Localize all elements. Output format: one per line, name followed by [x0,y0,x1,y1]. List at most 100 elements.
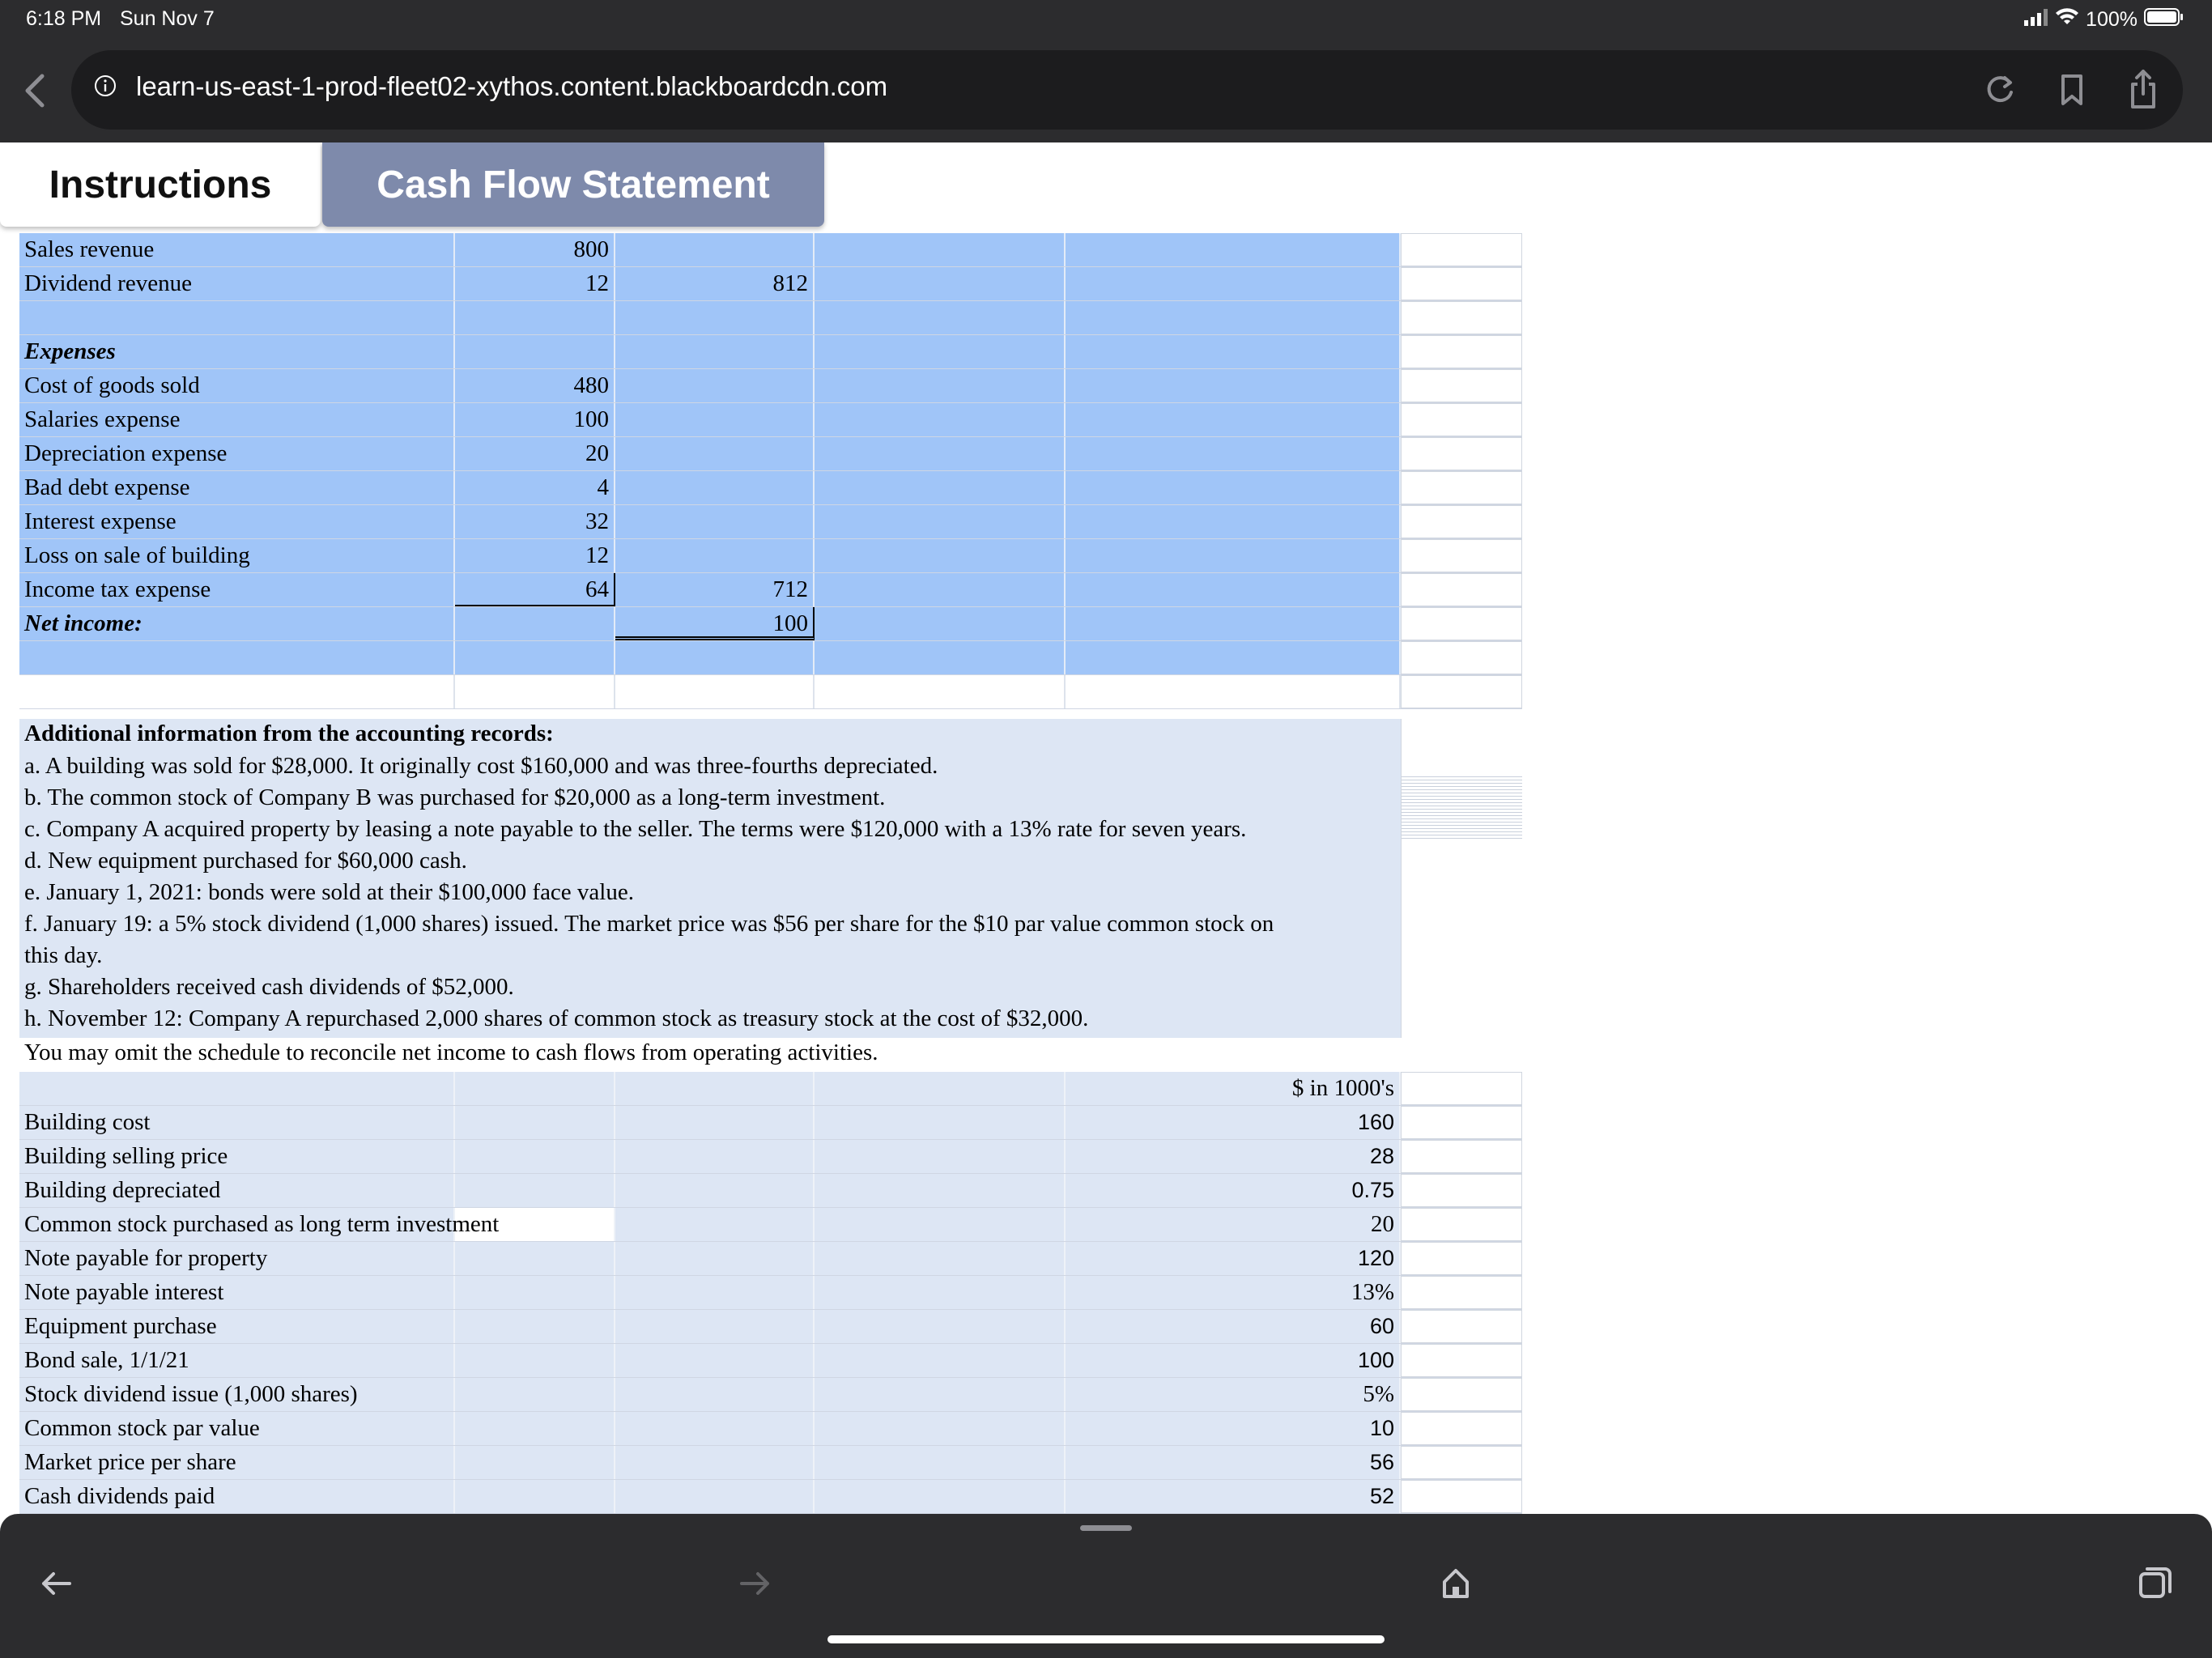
table-row [19,675,1522,709]
info-line: b. The common stock of Company B was pur… [24,784,886,810]
table-row: Building cost 160 [19,1106,1522,1140]
table-row: Building selling price 28 [19,1140,1522,1174]
row-label: Equipment purchase [19,1310,455,1343]
row-label: Building depreciated [19,1174,455,1207]
info-line: f. January 19: a 5% stock dividend (1,00… [24,911,1274,937]
share-icon[interactable] [2123,66,2163,112]
table-row: Salaries expense 100 [19,403,1522,437]
row-label: Cost of goods sold [19,369,455,402]
signal-icon [2024,8,2048,32]
table-row [19,301,1522,335]
table-row: Stock dividend issue (1,000 shares) 5% [19,1378,1522,1412]
status-bar: 6:18 PM Sun Nov 7 100% [0,0,2212,39]
table-row: Cost of goods sold 480 [19,369,1522,403]
info-line: this day. [24,942,103,968]
row-label: Note payable for property [19,1242,455,1275]
row-label: Sales revenue [19,233,455,266]
revenue-total: 812 [615,267,815,300]
row-value: 480 [455,369,615,402]
table-row: Interest expense 32 [19,505,1522,539]
row-value: 12 [455,539,615,572]
tab-instructions[interactable]: Instructions [0,142,321,227]
row-label: Building cost [19,1106,455,1139]
row-label: Stock dividend issue (1,000 shares) [19,1378,455,1411]
table-row: Cash dividends paid 52 [19,1480,1522,1514]
row-label: Common stock purchased as long term inve… [19,1208,499,1241]
row-value: 4 [455,471,615,504]
row-label: Cash dividends paid [19,1480,455,1513]
battery-percent: 100% [2086,8,2138,31]
additional-info-box: Additional information from the accounti… [19,719,1401,1038]
row-label: Depreciation expense [19,437,455,470]
row-value: 64 [455,573,615,606]
table-row: Depreciation expense 20 [19,437,1522,471]
row-label: Market price per share [19,1446,455,1479]
row-value: 20 [455,437,615,470]
row-value: 56 [1066,1446,1401,1479]
row-label: Interest expense [19,505,455,538]
url-text[interactable]: learn-us-east-1-prod-fleet02-xythos.cont… [136,71,887,102]
row-label: Loss on sale of building [19,539,455,572]
status-time: 6:18 PM [26,7,102,30]
table-row: Bad debt expense 4 [19,471,1522,505]
expenses-heading: Expenses [19,335,455,368]
arrow-right-icon[interactable] [729,1558,781,1609]
table-row: Note payable interest 13% [19,1276,1522,1310]
expense-total: 712 [615,573,815,606]
info-line: c. Company A acquired property by leasin… [24,816,1247,842]
arrow-left-icon[interactable] [31,1558,83,1609]
table-row: Building depreciated 0.75 [19,1174,1522,1208]
row-value: 100 [455,403,615,436]
info-line: g. Shareholders received cash dividends … [24,974,514,1000]
row-label: Building selling price [19,1140,455,1173]
info-icon[interactable] [94,74,117,97]
row-value: 13% [1066,1276,1401,1309]
row-value: 160 [1066,1106,1401,1139]
status-date: Sun Nov 7 [120,7,215,30]
reload-icon[interactable] [1980,66,2021,112]
row-value: 10 [1066,1412,1401,1445]
row-value: 12 [455,267,615,300]
row-value: 5% [1066,1378,1401,1411]
info-side-column [1401,719,1522,1038]
info-line: You may omit the schedule to reconcile n… [24,1039,878,1065]
info-line: d. New equipment purchased for $60,000 c… [24,848,467,874]
additional-info-heading: Additional information from the accounti… [24,721,554,746]
table-row: Note payable for property 120 [19,1242,1522,1276]
row-label: Salaries expense [19,403,455,436]
home-icon[interactable] [1430,1558,1482,1609]
battery-icon [2144,7,2184,32]
row-label: Common stock par value [19,1412,455,1445]
row-value: 20 [1066,1208,1401,1241]
row-label: Dividend revenue [19,267,455,300]
table-row: Common stock par value 10 [19,1412,1522,1446]
table-row [19,641,1522,675]
unit-header: $ in 1000's [1066,1072,1401,1105]
table-row: Dividend revenue 12 812 [19,267,1522,301]
tabs-icon[interactable] [2129,1558,2181,1609]
table-row: Common stock purchased as long term inve… [19,1208,1522,1242]
row-value: 100 [1066,1344,1401,1377]
tab-cash-flow-statement[interactable]: Cash Flow Statement [322,142,824,227]
table-row: Loss on sale of building 12 [19,539,1522,573]
table-row: Market price per share 56 [19,1446,1522,1480]
browser-toolbar: learn-us-east-1-prod-fleet02-xythos.cont… [0,39,2212,142]
row-label: Bond sale, 1/1/21 [19,1344,455,1377]
net-income-value: 100 [615,607,815,640]
bookmark-icon[interactable] [2052,66,2092,112]
info-line: a. A building was sold for $28,000. It o… [24,753,938,779]
home-indicator[interactable] [827,1635,1385,1643]
table-row: Net income: 100 [19,607,1522,641]
wifi-icon [2055,8,2079,32]
table-row: Expenses [19,335,1522,369]
info-line: h. November 12: Company A repurchased 2,… [24,1005,1089,1031]
row-value: 120 [1066,1242,1401,1275]
table-row: Income tax expense 64 712 [19,573,1522,607]
browser-back-button[interactable] [19,68,52,113]
row-value: 28 [1066,1140,1401,1173]
row-value: 32 [455,505,615,538]
sheet-grabber[interactable] [1080,1525,1132,1531]
table-row: Equipment purchase 60 [19,1310,1522,1344]
status-right: 100% [2024,7,2184,32]
table-row: Sales revenue 800 [19,233,1522,267]
